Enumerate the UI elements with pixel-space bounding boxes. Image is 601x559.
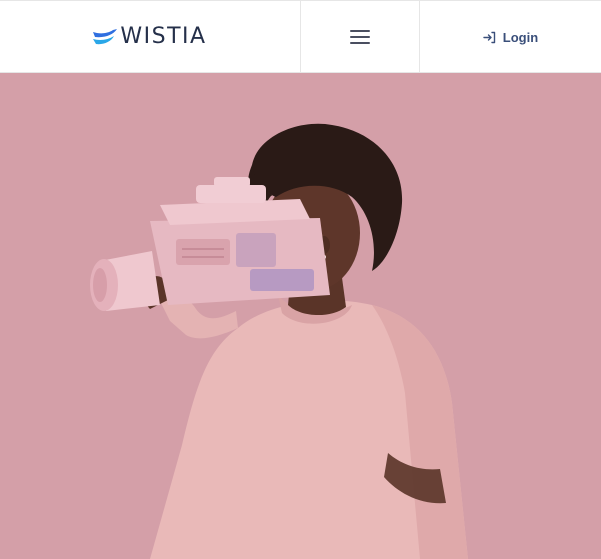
login-cell: Login	[420, 1, 601, 73]
hero-video-image	[0, 73, 601, 559]
login-button[interactable]: Login	[483, 30, 538, 45]
login-label: Login	[502, 29, 539, 45]
hero-video[interactable]	[0, 73, 601, 559]
wistia-logo-icon	[93, 29, 118, 45]
logo-cell: WISTIA	[0, 1, 300, 73]
hamburger-menu-icon	[350, 30, 370, 44]
wistia-logo-link[interactable]: WISTIA	[93, 26, 206, 48]
site-header: WISTIA Login	[0, 0, 601, 73]
menu-button[interactable]	[300, 1, 420, 73]
logo-text: WISTIA	[120, 24, 207, 49]
page: WISTIA Login	[0, 0, 601, 559]
login-arrow-icon	[483, 31, 495, 43]
